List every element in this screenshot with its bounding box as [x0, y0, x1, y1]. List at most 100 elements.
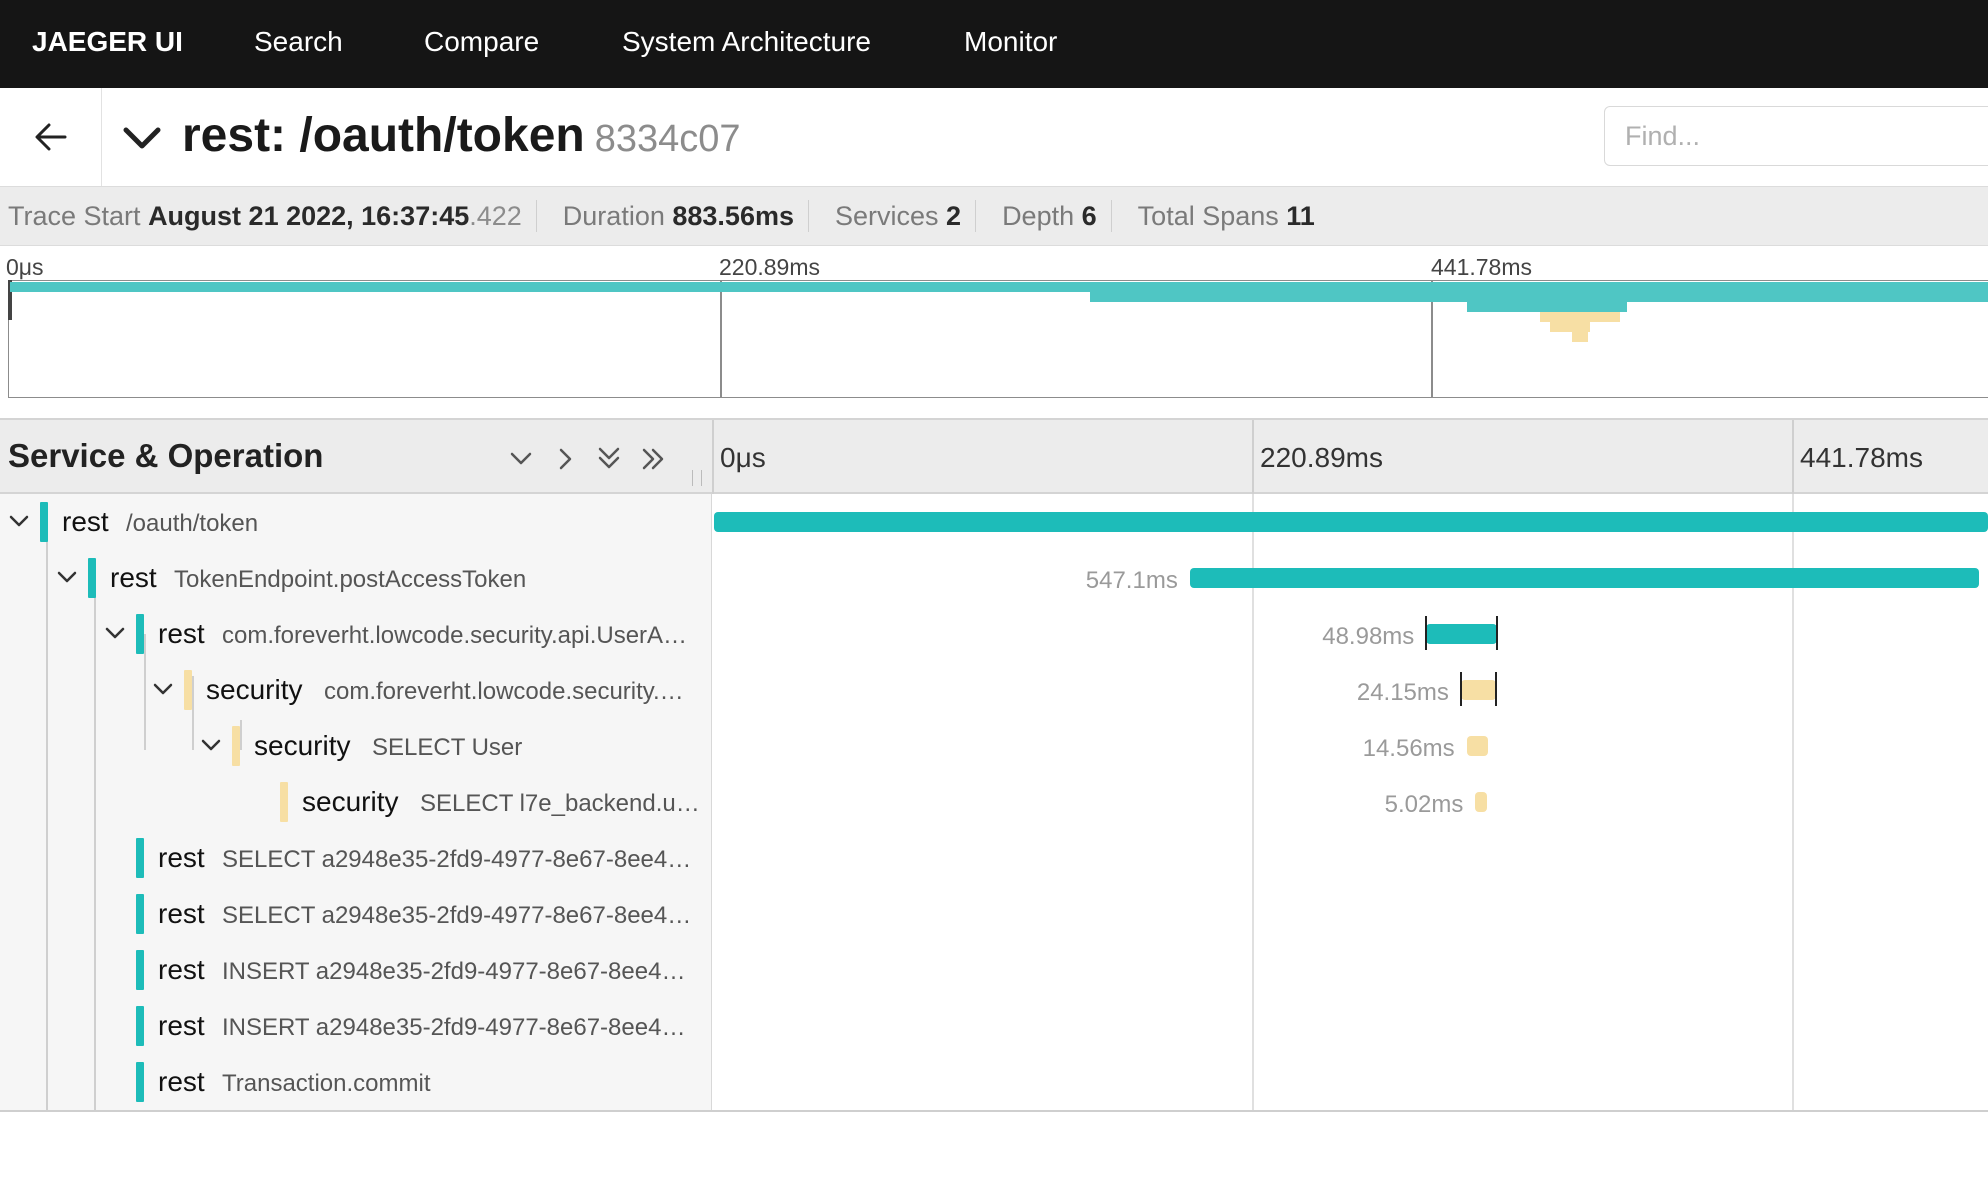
nav-monitor[interactable]: Monitor [964, 0, 1057, 88]
trace-title-bar: rest: /oauth/token 8334c07 [0, 88, 1988, 186]
depth: Depth 6 [994, 200, 1112, 232]
trace-start-label: Trace Start [8, 201, 141, 231]
span-row[interactable]: rest TokenEndpoint.postAccessToken 547.1ms [0, 550, 1988, 606]
nav-search[interactable]: Search [254, 0, 343, 88]
span-row[interactable]: rest Transaction.commit [0, 1054, 1988, 1110]
span-row[interactable]: rest/oauth/token [0, 494, 1988, 550]
trace-summary: Trace Start August 21 2022, 16:37:45.422… [0, 186, 1988, 246]
operation-name[interactable]: INSERT a2948e35-2fd9-4977-8e67-8ee4… [222, 952, 685, 992]
minimap-tick-label: 441.78ms [1431, 254, 1533, 280]
nav-compare[interactable]: Compare [424, 0, 539, 88]
divider [0, 1110, 1988, 1112]
operation-name[interactable]: com.foreverht.lowcode.security.api.UserA… [222, 616, 687, 656]
depth-label: Depth [1002, 201, 1075, 231]
back-button[interactable] [0, 88, 102, 186]
minimap-gridline [720, 280, 722, 398]
header-gridline [1792, 420, 1794, 494]
service-color-bar [88, 558, 96, 598]
span-list: rest/oauth/token rest TokenEndpoint.postAc… [0, 494, 1988, 1110]
span-log-marker [1425, 616, 1428, 650]
span-log-marker [1494, 672, 1497, 706]
service-name[interactable]: security [302, 782, 398, 822]
span-row[interactable]: security SELECT l7e_backend.u… 5.02ms [0, 774, 1988, 830]
service-name[interactable]: rest [158, 614, 205, 654]
collapse-all-icon[interactable] [594, 444, 624, 474]
back-arrow-icon [35, 123, 66, 151]
chevron-down-icon[interactable] [120, 116, 164, 160]
service-color-bar [136, 1062, 144, 1102]
operation-name[interactable]: com.foreverht.lowcode.security.… [324, 672, 684, 712]
operation-name[interactable]: /oauth/token [126, 504, 258, 544]
service-name[interactable]: rest [62, 502, 109, 542]
span-duration-label: 24.15ms [1356, 679, 1449, 706]
span-bar[interactable] [1189, 568, 1979, 588]
span-bar[interactable] [1466, 736, 1488, 756]
service-name[interactable]: rest [110, 558, 157, 598]
nav-system-architecture[interactable]: System Architecture [622, 0, 871, 88]
minimap-span [1572, 332, 1588, 342]
span-row[interactable]: security com.foreverht.lowcode.security.…… [0, 662, 1988, 718]
collapse-one-icon[interactable] [506, 444, 536, 474]
timeline-tick-label: 441.78ms [1800, 442, 1923, 473]
span-bar[interactable] [1475, 792, 1488, 812]
minimap-span [10, 282, 1988, 292]
operation-name[interactable]: INSERT a2948e35-2fd9-4977-8e67-8ee4… [222, 1008, 685, 1048]
chevron-down-icon[interactable] [6, 508, 32, 534]
service-name[interactable]: rest [158, 950, 205, 990]
services-value: 2 [946, 201, 962, 231]
chevron-down-icon[interactable] [54, 564, 80, 590]
timeline-tick-label: 220.89ms [1260, 442, 1383, 473]
column-resizer-handle[interactable] [692, 470, 702, 486]
span-row[interactable]: rest INSERT a2948e35-2fd9-4977-8e67-8ee4… [0, 942, 1988, 998]
find-input[interactable] [1604, 106, 1988, 166]
service-color-bar [40, 502, 48, 542]
service-name[interactable]: security [254, 726, 350, 766]
operation-name[interactable]: TokenEndpoint.postAccessToken [174, 560, 526, 600]
span-row[interactable]: rest INSERT a2948e35-2fd9-4977-8e67-8ee4… [0, 998, 1988, 1054]
service-name[interactable]: security [206, 670, 302, 710]
trace-start-ms: .422 [469, 201, 522, 231]
total-spans: Total Spans 11 [1130, 200, 1329, 232]
total-spans-label: Total Spans [1137, 201, 1279, 231]
chevron-down-icon[interactable] [198, 732, 224, 758]
minimap-span [1540, 312, 1620, 322]
service-color-bar [136, 1006, 144, 1046]
depth-value: 6 [1081, 201, 1097, 231]
span-bar[interactable] [1426, 624, 1497, 644]
span-duration-label: 547.1ms [1085, 567, 1178, 594]
operation-name[interactable]: SELECT l7e_backend.u… [420, 784, 700, 824]
trace-minimap[interactable]: 0μs 220.89ms 441.78ms [0, 246, 1988, 418]
jaeger-logo-link[interactable]: JAEGER UI [32, 0, 183, 88]
span-row[interactable]: rest com.foreverht.lowcode.security.api.U… [0, 606, 1988, 662]
span-duration-label: 14.56ms [1362, 735, 1455, 762]
span-row[interactable]: security SELECT User 14.56ms [0, 718, 1988, 774]
span-bar[interactable] [714, 512, 1988, 532]
trace-start-value: August 21 2022, 16:37:45 [148, 201, 470, 231]
service-name[interactable]: rest [158, 1006, 205, 1046]
operation-name[interactable]: SELECT a2948e35-2fd9-4977-8e67-8ee4… [222, 840, 691, 880]
service-name[interactable]: rest [158, 1062, 205, 1102]
trace-name: rest: /oauth/token [182, 109, 585, 162]
minimap-span [1550, 322, 1590, 332]
service-name[interactable]: rest [158, 894, 205, 934]
service-name[interactable]: rest [158, 838, 205, 878]
chevron-down-icon[interactable] [150, 676, 176, 702]
span-bar[interactable] [1460, 680, 1496, 700]
operation-name[interactable]: SELECT a2948e35-2fd9-4977-8e67-8ee4… [222, 896, 691, 936]
chevron-down-icon[interactable] [102, 620, 128, 646]
duration-label: Duration [562, 201, 665, 231]
minimap-span [1090, 292, 1988, 302]
expand-one-icon[interactable] [550, 444, 580, 474]
operation-name[interactable]: SELECT User [372, 728, 522, 768]
span-row[interactable]: rest SELECT a2948e35-2fd9-4977-8e67-8ee4… [0, 886, 1988, 942]
span-log-marker [1495, 616, 1498, 650]
span-duration-label: 5.02ms [1384, 791, 1464, 818]
service-color-bar [136, 838, 144, 878]
span-row[interactable]: rest SELECT a2948e35-2fd9-4977-8e67-8ee4… [0, 830, 1988, 886]
page-title: rest: /oauth/token 8334c07 [182, 104, 741, 171]
operation-name[interactable]: Transaction.commit [222, 1064, 431, 1104]
expand-all-icon[interactable] [638, 444, 668, 474]
span-duration-label: 48.98ms [1322, 623, 1415, 650]
top-nav: JAEGER UI Search Compare System Architec… [0, 0, 1988, 88]
column-divider [712, 420, 714, 494]
